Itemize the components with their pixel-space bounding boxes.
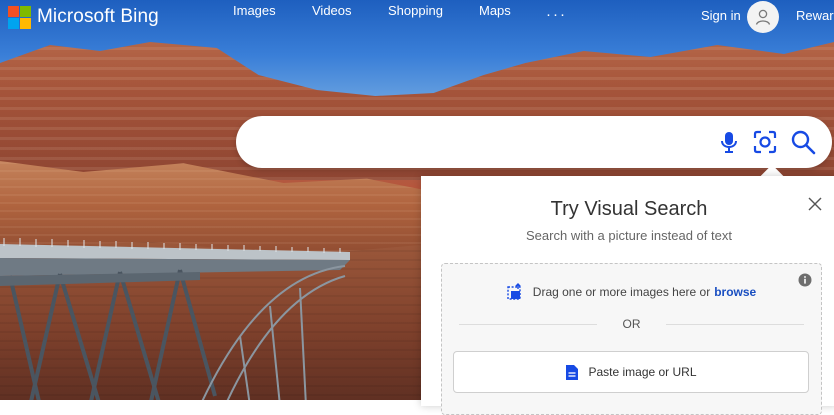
divider-line-right	[666, 324, 804, 325]
drag-prompt: Drag one or more images here or browse	[442, 283, 821, 300]
drag-text: Drag one or more images here or	[532, 284, 711, 299]
popup-title: Try Visual Search	[550, 198, 708, 220]
visual-search-icon[interactable]	[752, 129, 778, 155]
user-avatar-icon[interactable]	[747, 1, 779, 33]
brand-name: Microsoft Bing	[37, 6, 159, 27]
visual-search-popup: Try Visual Search Search with a picture …	[421, 176, 834, 415]
top-bar: Microsoft Bing Images Videos Shopping Ma…	[0, 0, 834, 34]
or-divider: OR	[459, 316, 804, 332]
nav-more-menu[interactable]: ···	[546, 6, 567, 23]
microphone-icon[interactable]	[716, 129, 742, 155]
search-box	[236, 116, 832, 168]
bing-logo[interactable]: Microsoft Bing	[8, 5, 159, 29]
search-input[interactable]	[258, 128, 722, 158]
microsoft-logo-icon	[8, 5, 31, 29]
paste-label: Paste image or URL	[588, 365, 697, 379]
nav-shopping[interactable]: Shopping	[388, 3, 443, 18]
image-drop-zone[interactable]: Drag one or more images here or browse O…	[441, 263, 822, 415]
paste-image-url-button[interactable]: Paste image or URL	[453, 351, 809, 393]
nav-maps[interactable]: Maps	[479, 3, 511, 18]
document-icon	[566, 364, 579, 380]
magnifier-icon[interactable]	[790, 129, 816, 155]
close-icon[interactable]	[807, 196, 823, 212]
image-upload-icon	[507, 283, 521, 300]
nav-images[interactable]: Images	[233, 3, 276, 18]
sign-in-link[interactable]: Sign in	[701, 8, 741, 23]
steel-arch-bridge	[0, 236, 360, 400]
nav-videos[interactable]: Videos	[312, 3, 352, 18]
popup-subtitle: Search with a picture instead of text	[526, 228, 732, 243]
browse-link[interactable]: browse	[714, 285, 756, 299]
rewards-link[interactable]: Rewar	[796, 8, 834, 23]
